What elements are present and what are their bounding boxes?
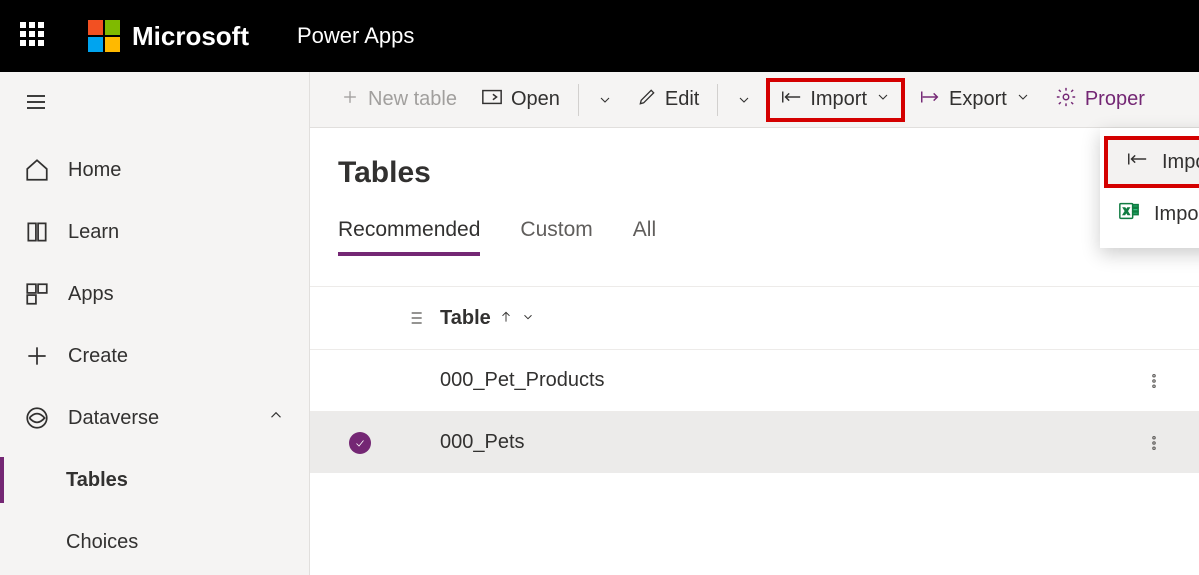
tab-recommended[interactable]: Recommended (338, 218, 480, 256)
sidebar-item-label: Choices (66, 531, 138, 554)
chevron-down-icon (875, 88, 891, 111)
sidebar-item-home[interactable]: Home (0, 139, 309, 201)
sidebar-item-label: Create (68, 345, 128, 368)
menu-item-label: Import data from Excel (1154, 203, 1199, 226)
row-more-button[interactable] (1129, 372, 1179, 390)
sidebar-item-learn[interactable]: Learn (0, 201, 309, 263)
import-dropdown: Import data X Import data from Excel (1100, 128, 1199, 248)
table-row[interactable]: 000_Pet_Products (310, 349, 1199, 411)
sidebar-item-create[interactable]: Create (0, 325, 309, 387)
chevron-down-icon (1015, 88, 1031, 111)
button-label: Export (949, 88, 1007, 111)
content-area: Tables Recommended Custom All Table (310, 128, 1199, 575)
main-area: New table Open Edit Import (310, 72, 1199, 575)
apps-icon (24, 281, 50, 307)
list-view-icon[interactable] (390, 308, 440, 328)
app-header: Microsoft Power Apps (0, 0, 1199, 72)
pencil-icon (637, 87, 657, 113)
sidebar-item-tables[interactable]: Tables (0, 449, 309, 511)
button-label: Edit (665, 88, 699, 111)
import-arrow-icon (780, 88, 802, 112)
divider (717, 84, 718, 116)
edit-chevron[interactable] (726, 80, 762, 120)
sort-asc-icon (499, 307, 513, 330)
row-name: 000_Pets (440, 431, 1129, 454)
sidebar: Home Learn Apps Create Dataverse Tables … (0, 72, 310, 575)
button-label: New table (368, 88, 457, 111)
app-name-label: Power Apps (297, 23, 414, 49)
open-icon (481, 87, 503, 113)
waffle-icon[interactable] (20, 22, 48, 50)
sidebar-item-label: Apps (68, 283, 114, 306)
plus-icon (340, 87, 360, 113)
chevron-down-icon (521, 307, 535, 330)
svg-text:X: X (1123, 207, 1130, 217)
checkmark-icon (349, 432, 371, 454)
hamburger-icon[interactable] (0, 90, 309, 139)
tab-all[interactable]: All (633, 218, 656, 256)
import-excel-item[interactable]: X Import data from Excel (1100, 188, 1199, 240)
sidebar-item-choices[interactable]: Choices (0, 511, 309, 573)
home-icon (24, 157, 50, 183)
open-button[interactable]: Open (471, 80, 570, 120)
sidebar-item-label: Home (68, 159, 121, 182)
import-arrow-icon (1126, 150, 1148, 174)
book-icon (24, 219, 50, 245)
column-header-table[interactable]: Table (440, 307, 1129, 330)
divider (578, 84, 579, 116)
chevron-up-icon (267, 406, 285, 430)
sidebar-item-label: Dataverse (68, 407, 159, 430)
sidebar-item-apps[interactable]: Apps (0, 263, 309, 325)
chevron-down-icon (597, 92, 613, 108)
microsoft-logo-icon (88, 20, 120, 52)
edit-button[interactable]: Edit (627, 80, 709, 120)
dataverse-icon (24, 405, 50, 431)
plus-icon (24, 343, 50, 369)
tabs: Recommended Custom All (310, 218, 1199, 256)
properties-button[interactable]: Proper (1045, 80, 1155, 120)
button-label: Proper (1085, 88, 1145, 111)
sidebar-item-label: Tables (66, 469, 128, 492)
brand-label: Microsoft (132, 21, 249, 52)
tab-custom[interactable]: Custom (520, 218, 592, 256)
table-row[interactable]: 000_Pets (310, 411, 1199, 473)
button-label: Import (810, 88, 867, 111)
menu-item-label: Import data (1162, 151, 1199, 174)
import-data-item[interactable]: Import data (1104, 136, 1199, 188)
page-title: Tables (310, 156, 1199, 190)
new-table-button[interactable]: New table (330, 80, 467, 120)
excel-icon: X (1118, 200, 1140, 228)
export-arrow-icon (919, 88, 941, 112)
button-label: Open (511, 88, 560, 111)
chevron-down-icon (736, 92, 752, 108)
gear-icon (1055, 86, 1077, 114)
column-label: Table (440, 307, 491, 330)
sidebar-item-label: Learn (68, 221, 119, 244)
open-chevron[interactable] (587, 80, 623, 120)
tables-list: Table 000_Pet_Products (310, 286, 1199, 473)
row-checkbox[interactable] (330, 432, 390, 454)
sidebar-item-dataverse[interactable]: Dataverse (0, 387, 309, 449)
export-button[interactable]: Export (909, 80, 1041, 120)
row-name: 000_Pet_Products (440, 369, 1129, 392)
toolbar: New table Open Edit Import (310, 72, 1199, 128)
import-button[interactable]: Import (766, 78, 905, 122)
table-header: Table (310, 287, 1199, 349)
row-more-button[interactable] (1129, 434, 1179, 452)
